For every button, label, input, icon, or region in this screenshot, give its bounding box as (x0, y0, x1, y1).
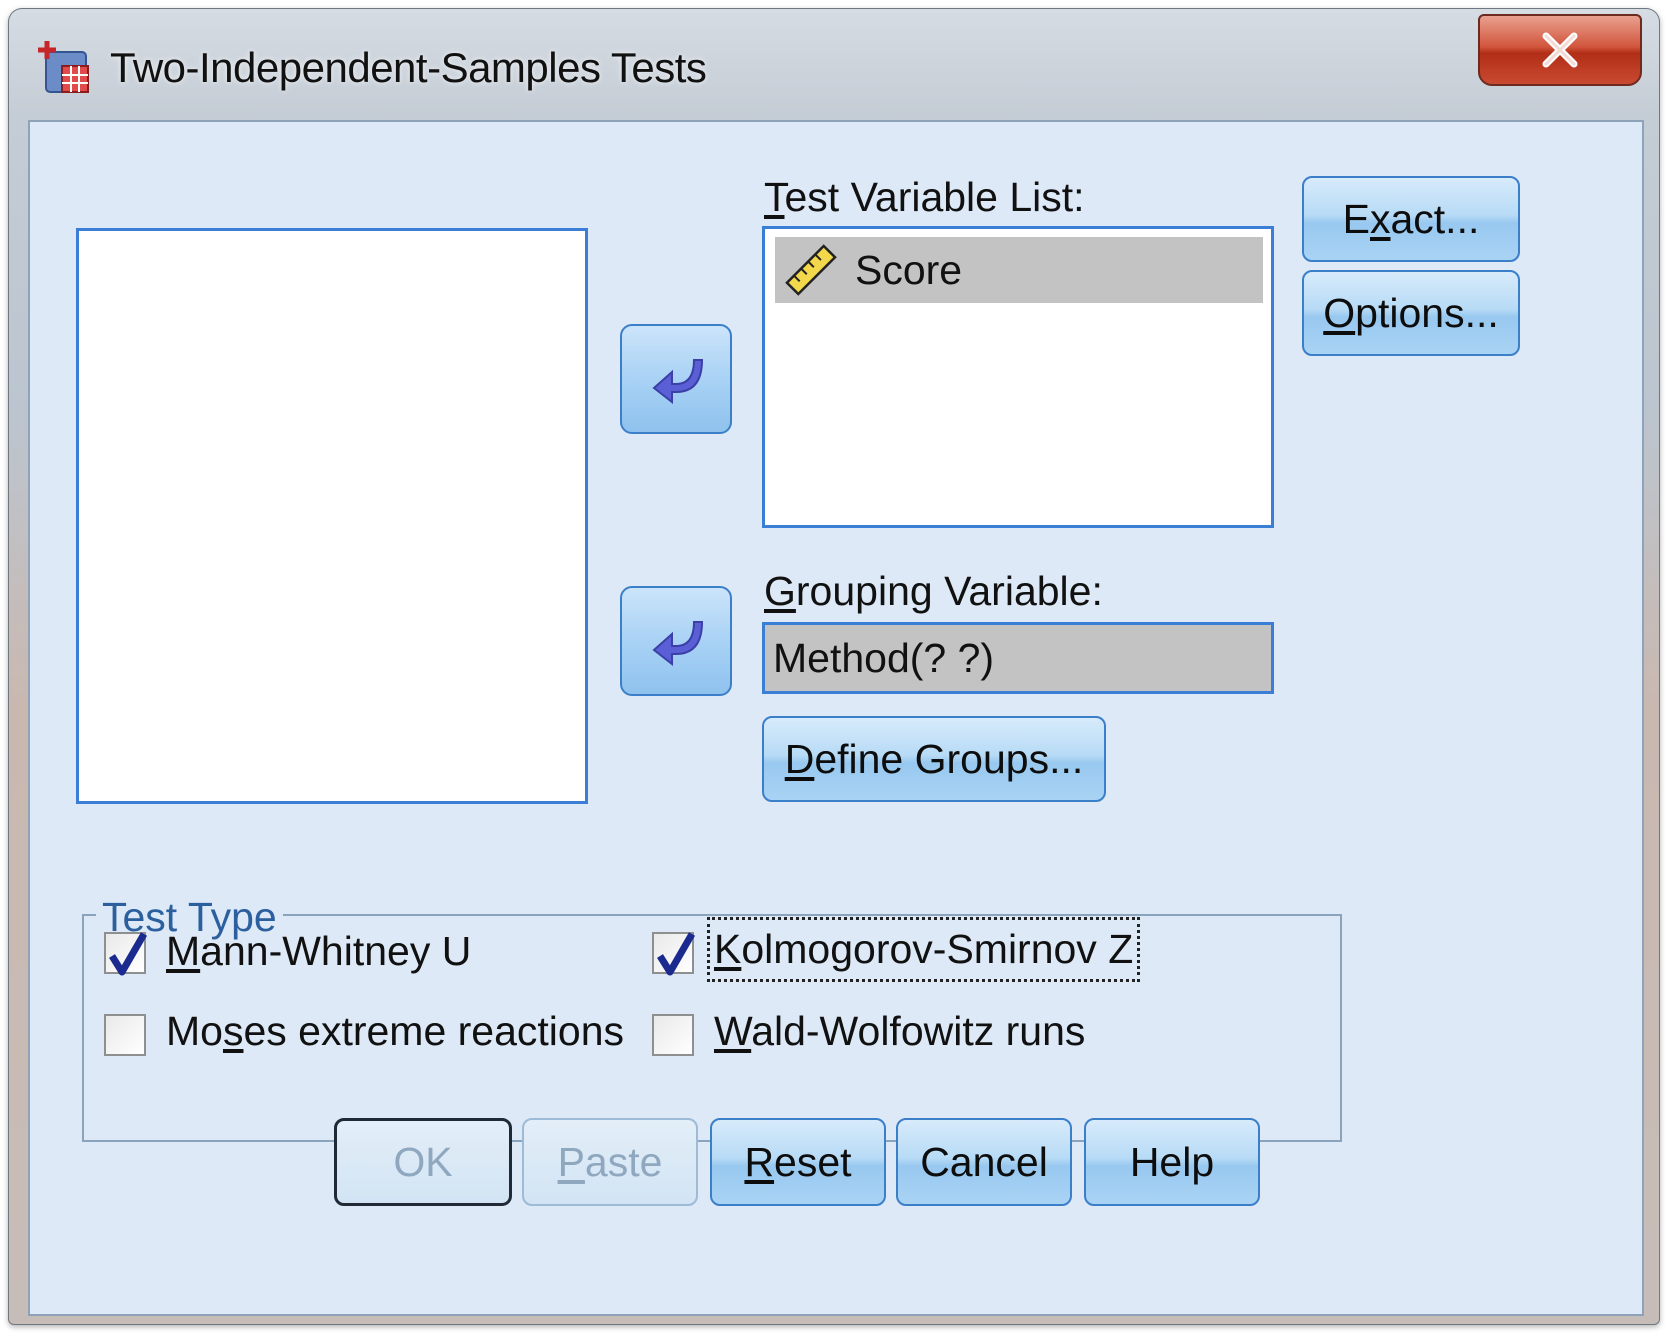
wald-wolfowitz-checkbox[interactable] (652, 1014, 694, 1056)
checkmark-icon (657, 932, 696, 976)
help-button[interactable]: Help (1084, 1118, 1260, 1206)
move-grouping-variable-button[interactable] (620, 586, 732, 696)
close-icon (1542, 32, 1578, 68)
ok-button[interactable]: OK (334, 1118, 512, 1206)
arrow-left-icon (652, 359, 704, 404)
define-groups-button[interactable]: Define Groups... (762, 716, 1106, 802)
paste-button[interactable]: Paste (522, 1118, 698, 1206)
dialog-client-area: Test Variable List: Score Grouping Varia… (28, 120, 1644, 1316)
move-test-variable-button[interactable] (620, 324, 732, 434)
exact-button[interactable]: Ex act... (1302, 176, 1520, 262)
spss-app-icon (38, 41, 89, 93)
dialog-window: Two-Independent-Samples Tests Test Varia… (8, 8, 1660, 1325)
moses-label[interactable]: Moses extreme reactions (166, 1008, 624, 1055)
title-bar[interactable]: Two-Independent-Samples Tests (8, 8, 1660, 120)
ruler-icon (785, 244, 837, 296)
test-variable-list-label: Test Variable List: (764, 174, 1085, 220)
list-item-score[interactable]: Score (775, 237, 1263, 303)
test-variable-list[interactable]: Score (762, 226, 1274, 528)
reset-button[interactable]: Reset (710, 1118, 886, 1206)
wald-wolfowitz-label[interactable]: Wald-Wolfowitz runs (714, 1008, 1085, 1055)
grouping-variable-value: Method(? ?) (773, 634, 995, 681)
arrow-left-icon (652, 621, 704, 666)
grouping-variable-label: Grouping Variable: (764, 568, 1103, 614)
mann-whitney-checkbox[interactable] (104, 932, 148, 976)
kolmogorov-smirnov-checkbox[interactable] (652, 932, 696, 976)
moses-checkbox[interactable] (104, 1014, 146, 1056)
cancel-button[interactable]: Cancel (896, 1118, 1072, 1206)
list-item-label: Score (855, 246, 963, 293)
grouping-variable-field[interactable]: Method(? ?) (762, 622, 1274, 694)
options-button[interactable]: Options... (1302, 270, 1520, 356)
source-variable-list[interactable] (76, 228, 588, 804)
mann-whitney-label[interactable]: Mann-Whitney U (166, 928, 471, 975)
window-title: Two-Independent-Samples Tests (110, 44, 707, 91)
kolmogorov-smirnov-label[interactable]: Kolmogorov-Smirnov Z (706, 917, 1141, 982)
close-button[interactable] (1478, 14, 1642, 86)
checkmark-icon (109, 932, 148, 976)
